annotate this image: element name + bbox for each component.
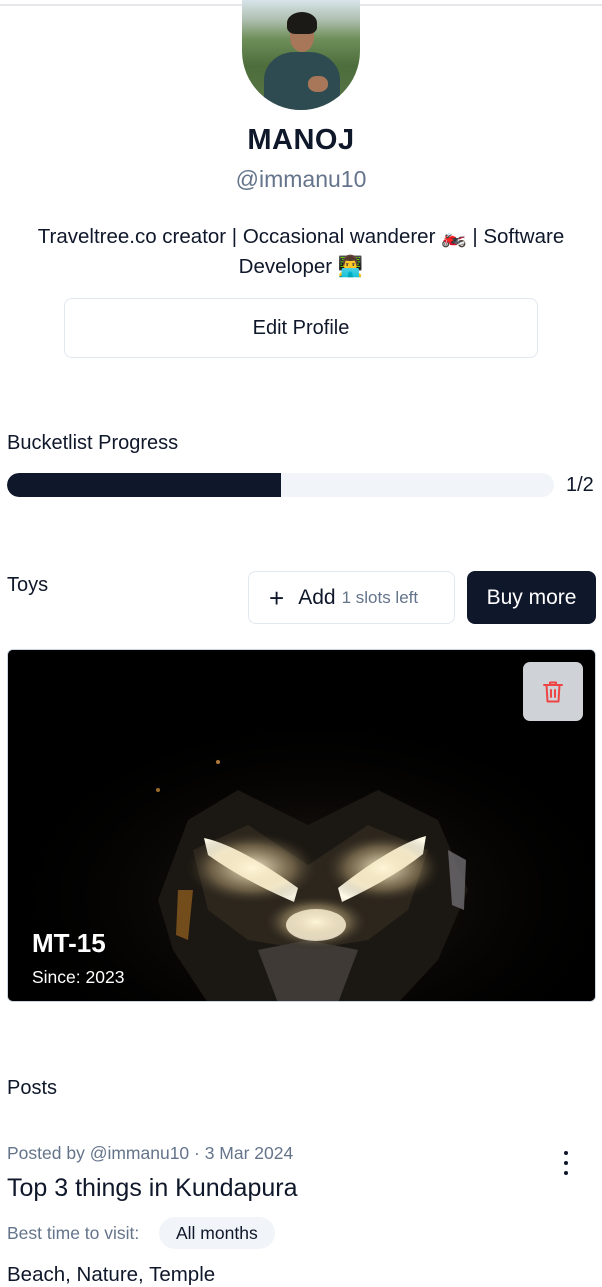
post-tags: Beach, Nature, Temple [7, 1263, 216, 1286]
plus-icon: + [269, 582, 285, 613]
post-title[interactable]: Top 3 things in Kundapura [7, 1174, 298, 1203]
profile-page: MANOJ @immanu10 Traveltree.co creator | … [0, 0, 602, 1287]
best-time-label: Best time to visit: [7, 1223, 140, 1243]
bucketlist-label: Bucketlist Progress [7, 432, 179, 454]
bucketlist-count: 1/2 [566, 474, 594, 496]
profile-handle: @immanu10 [235, 166, 367, 192]
profile-bio: Traveltree.co creator | Occasional wande… [37, 225, 565, 278]
trash-icon [543, 681, 563, 702]
buy-more-button[interactable]: Buy more [467, 571, 596, 624]
toy-since: Since: 2023 [32, 967, 125, 987]
avatar [242, 0, 360, 110]
bucketlist-progress-bar [7, 473, 554, 497]
best-time-badge: All months [159, 1217, 275, 1249]
toys-label: Toys [7, 574, 49, 596]
toy-title: MT-15 [32, 928, 106, 958]
edit-profile-button[interactable]: Edit Profile [64, 298, 538, 358]
slots-left-label: 1 slots left [341, 587, 419, 607]
add-label: Add [298, 585, 336, 609]
post-meta: Posted by @immanu10 · 3 Mar 2024 [7, 1143, 294, 1163]
add-toy-button[interactable]: + Add 1 slots left [248, 571, 455, 624]
posts-label: Posts [7, 1077, 58, 1099]
kebab-icon[interactable] [556, 1151, 576, 1175]
toy-card[interactable]: MT-15 Since: 2023 [7, 649, 596, 1002]
bucketlist-progress-fill [7, 473, 281, 497]
delete-toy-button[interactable] [523, 662, 583, 721]
profile-name: MANOJ [247, 124, 355, 156]
